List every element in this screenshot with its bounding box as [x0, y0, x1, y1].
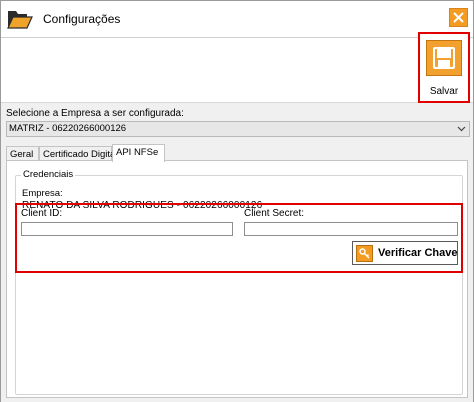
chevron-down-icon: [457, 126, 466, 132]
verify-key-button[interactable]: Verificar Chave: [352, 241, 458, 265]
folder-open-icon: [7, 8, 33, 30]
client-secret-label: Client Secret:: [244, 208, 305, 219]
company-select[interactable]: MATRIZ - 06220266000126: [6, 121, 470, 137]
configuracoes-window: Configurações Selecione a Empresa a ser …: [0, 0, 474, 402]
empresa-label: Empresa:: [22, 188, 63, 199]
toolbar: [1, 38, 473, 101]
save-button[interactable]: Salvar: [418, 32, 470, 103]
tab-geral[interactable]: Geral: [6, 146, 39, 161]
title-bar: Configurações: [1, 1, 473, 38]
client-id-input[interactable]: [21, 222, 233, 236]
close-button[interactable]: [449, 8, 468, 27]
key-icon: [356, 245, 373, 262]
company-select-label: Selecione a Empresa a ser configurada:: [6, 108, 184, 119]
client-id-label: Client ID:: [21, 208, 63, 219]
group-title: Credenciais: [21, 169, 76, 180]
client-secret-input[interactable]: [244, 222, 458, 236]
close-icon: [453, 12, 464, 23]
tab-label: API NFSe: [116, 147, 159, 158]
tab-certificado-digital[interactable]: Certificado Digital: [39, 146, 117, 161]
save-button-label: Salvar: [429, 86, 459, 97]
tab-label: Geral: [10, 149, 34, 160]
tab-label: Certificado Digital: [43, 149, 118, 160]
window-title: Configurações: [43, 12, 121, 26]
floppy-disk-icon: [426, 40, 462, 76]
verify-key-label: Verificar Chave: [378, 247, 458, 259]
tab-panel-api-nfse: Credenciais Empresa: RENATO DA SILVA ROD…: [6, 160, 468, 398]
tab-api-nfse[interactable]: API NFSe: [112, 144, 165, 162]
company-select-value: MATRIZ - 06220266000126: [9, 123, 127, 134]
api-credentials-section: Client ID: Client Secret: Verificar Chav…: [15, 203, 463, 273]
